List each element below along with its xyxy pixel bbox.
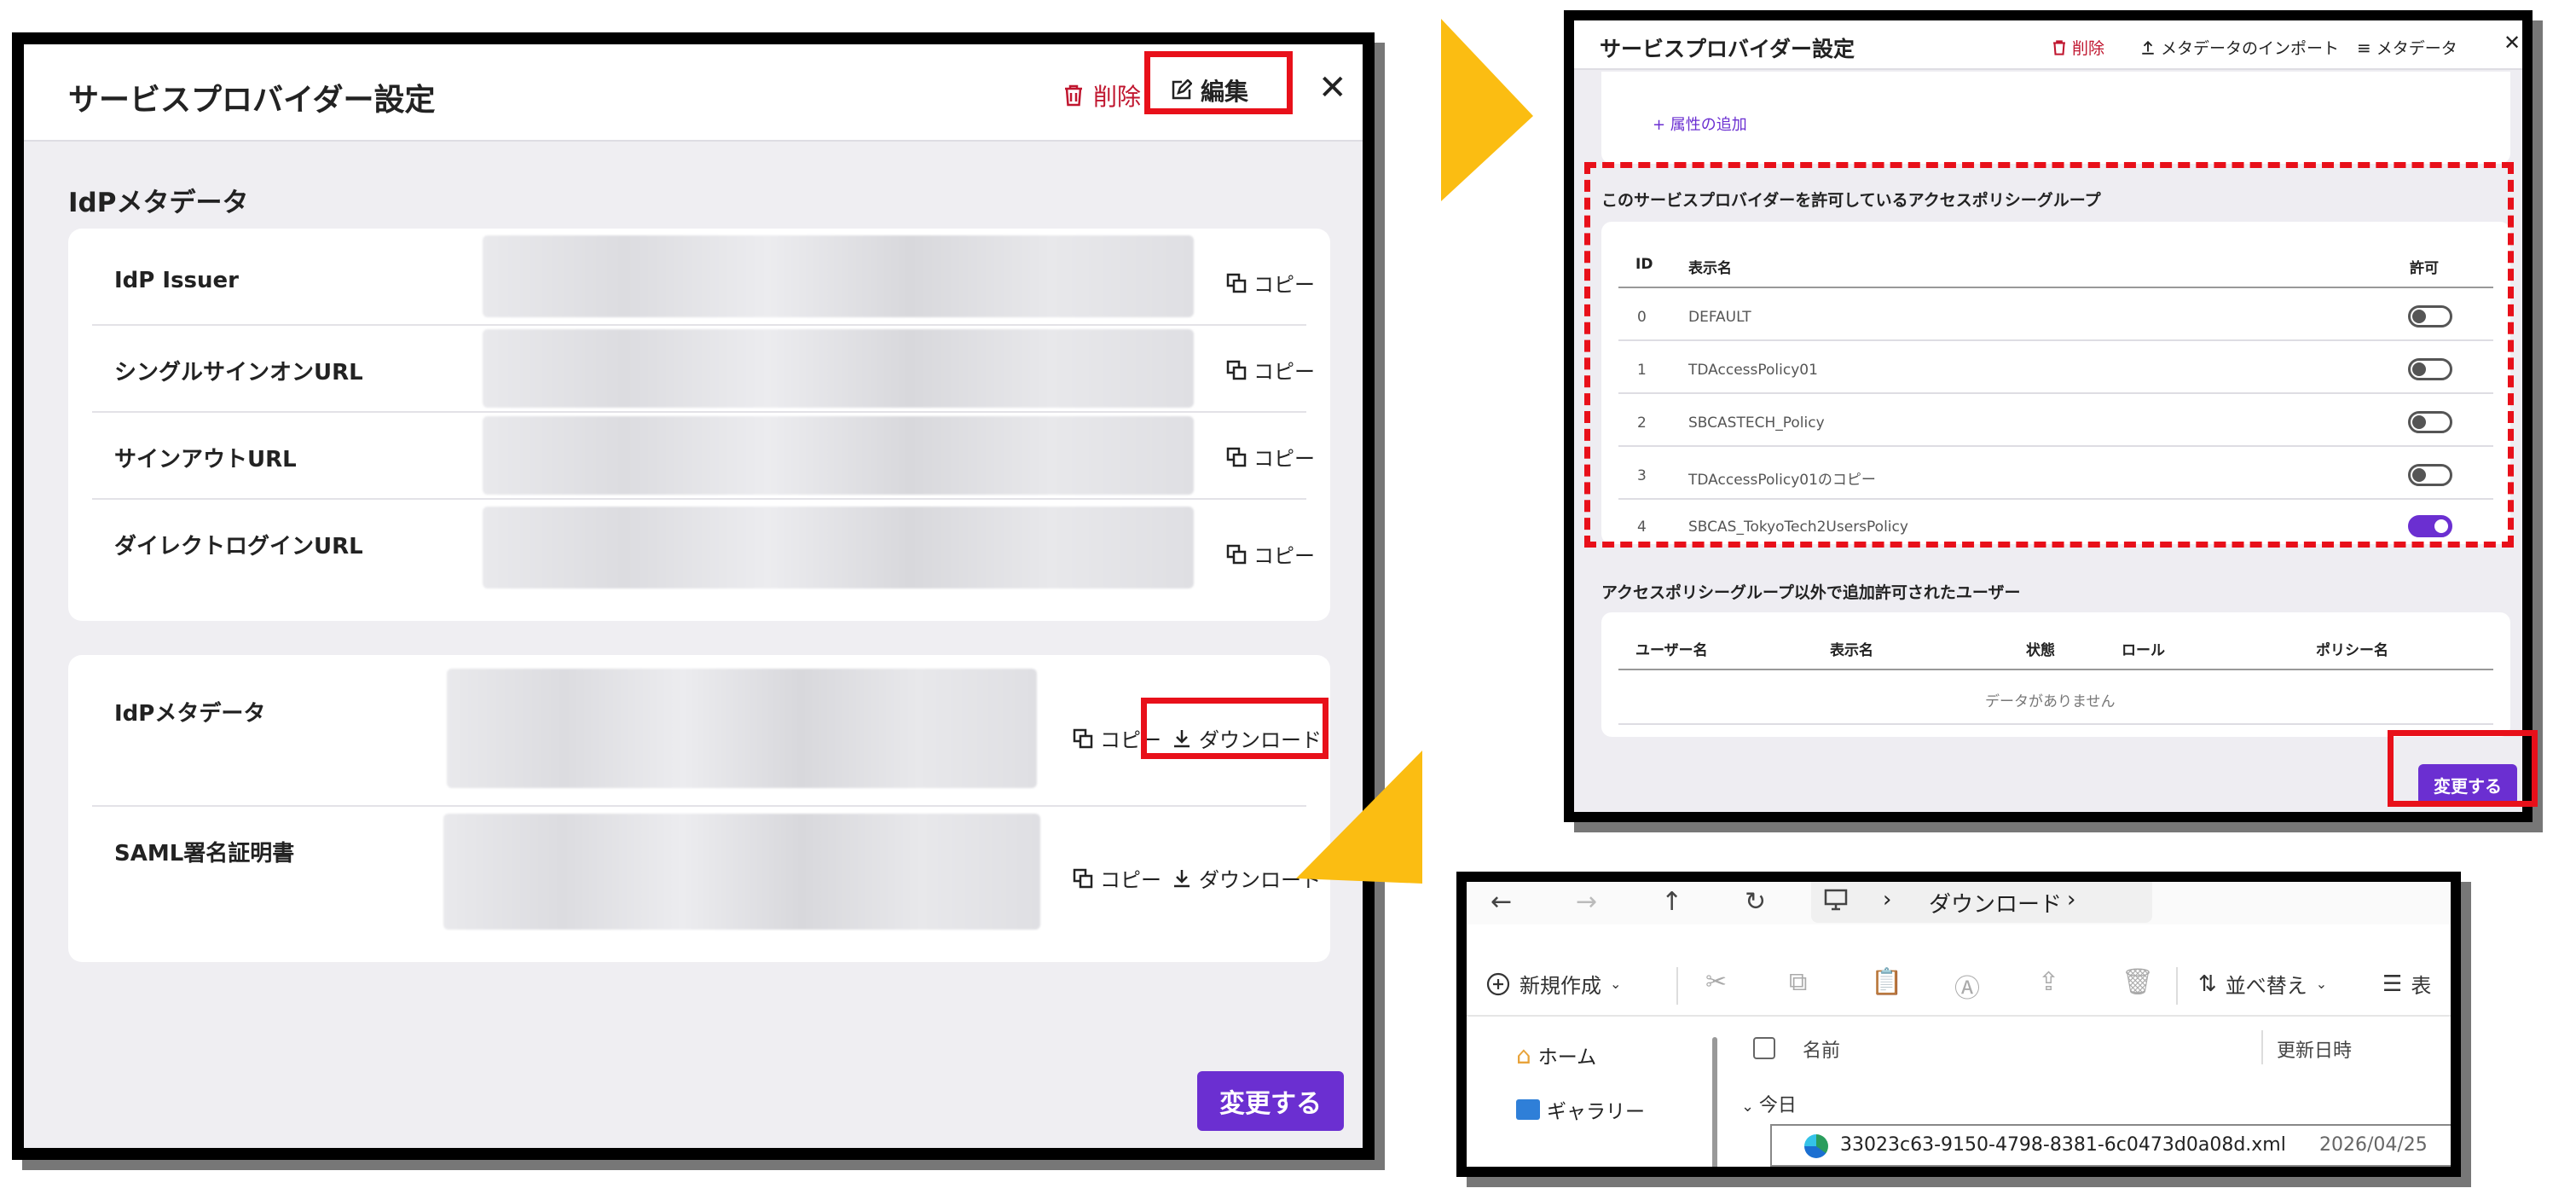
annotation-arrows (1296, 19, 1533, 884)
arrow-right (1441, 19, 1533, 201)
arrow-down-left (1296, 751, 1422, 884)
